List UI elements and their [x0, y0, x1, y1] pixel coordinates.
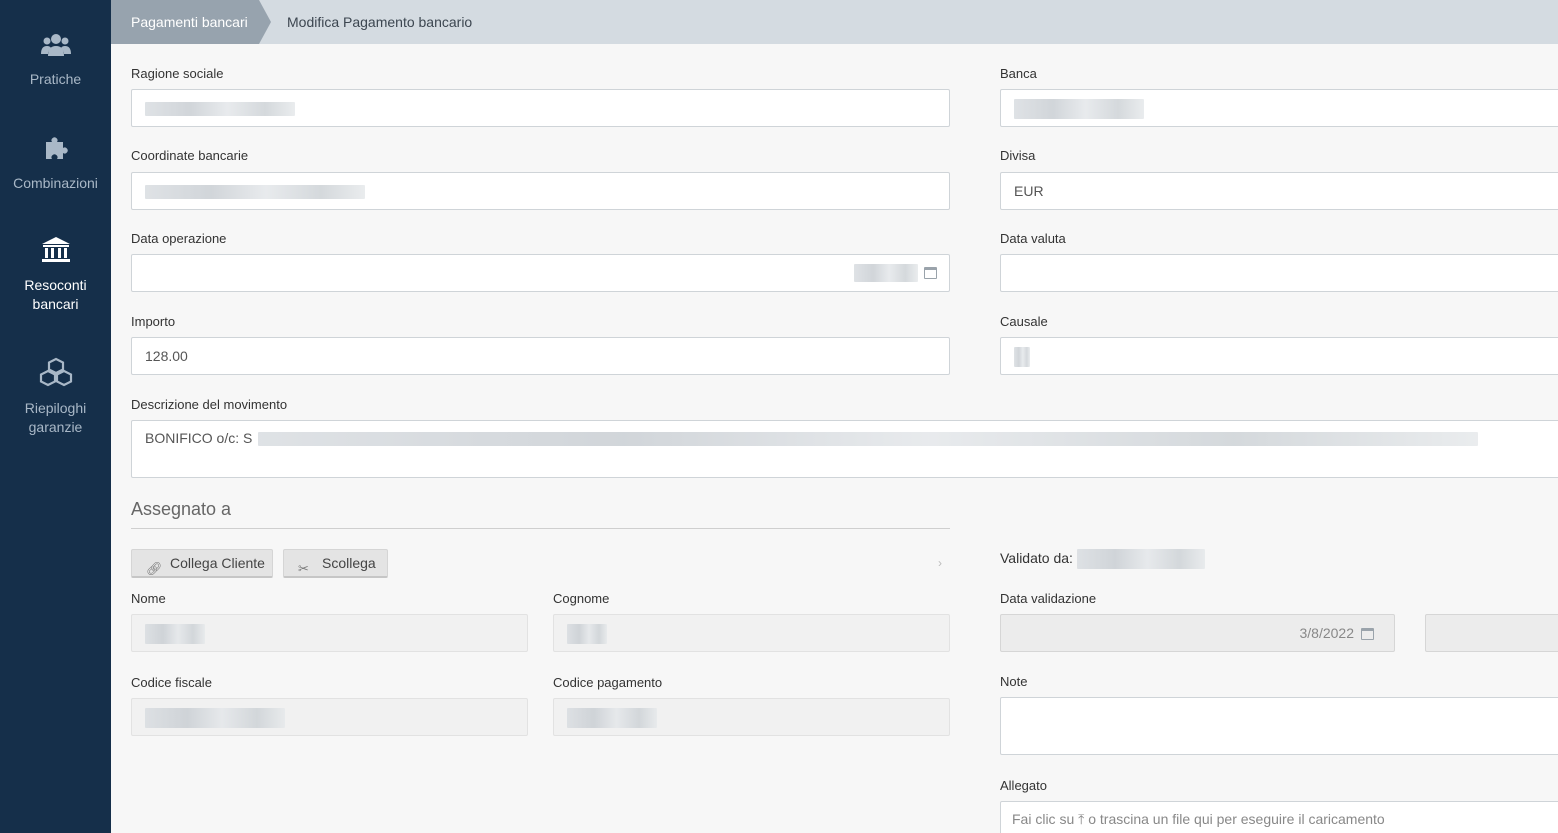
collega-cliente-button[interactable]: 🔗︎ Collega Cliente	[131, 549, 273, 578]
section-title-assegnato: Assegnato a	[131, 499, 232, 519]
divider	[131, 528, 950, 529]
link-icon: 🔗︎	[146, 561, 163, 576]
descrizione-textarea[interactable]: BONIFICO o/c: S	[131, 420, 1558, 478]
redacted-value	[145, 185, 365, 200]
data-validazione-value: 3/8/2022	[1299, 625, 1355, 641]
coordinate-bancarie-label: Coordinate bancarie	[131, 148, 249, 163]
banca-label: Banca	[1000, 66, 1037, 81]
coordinate-bancarie-field[interactable]	[131, 172, 950, 210]
descrizione-value: BONIFICO o/c: S	[145, 430, 253, 446]
scollega-label: Scollega	[322, 555, 376, 571]
data-valuta-field[interactable]	[1000, 254, 1558, 292]
sidebar-item-pratiche[interactable]: Pratiche	[0, 32, 111, 89]
sidebar: Pratiche Combinazioni Resoconti bancari …	[0, 0, 111, 833]
sidebar-item-label: Pratiche	[29, 71, 82, 87]
note-textarea[interactable]	[1000, 697, 1558, 755]
data-operazione-field[interactable]	[131, 254, 950, 292]
unlink-icon: ✂︎	[298, 561, 309, 576]
divisa-field[interactable]: EUR	[1000, 172, 1558, 210]
breadcrumb: Pagamenti bancari Modifica Pagamento ban…	[111, 0, 1558, 44]
divisa-value: EUR	[1014, 183, 1044, 199]
sidebar-item-label: Resoconti	[24, 277, 87, 293]
upload-icon[interactable]: ⤒	[1078, 811, 1084, 827]
nome-label: Nome	[131, 591, 166, 606]
codice-pagamento-field[interactable]	[553, 698, 950, 736]
calendar-icon[interactable]	[924, 267, 937, 279]
cognome-label: Cognome	[553, 591, 610, 606]
data-valuta-label: Data valuta	[1000, 231, 1066, 246]
nome-field[interactable]	[131, 614, 528, 652]
ora-validazione-field[interactable]	[1425, 614, 1558, 652]
importo-label: Importo	[131, 314, 176, 329]
sidebar-item-riepiloghi-garanzie[interactable]: Riepiloghi garanzie	[0, 357, 111, 437]
validato-label: Validato da:	[1000, 550, 1073, 566]
codice-fiscale-label: Codice fiscale	[131, 675, 212, 690]
allegato-label: Allegato	[1000, 778, 1047, 793]
importo-value: 128.00	[145, 348, 188, 364]
sidebar-item-label: bancari	[32, 296, 79, 312]
redacted-value	[258, 432, 1479, 447]
descrizione-label: Descrizione del movimento	[131, 397, 288, 412]
sidebar-item-resoconti-bancari[interactable]: Resoconti bancari	[0, 236, 111, 314]
scollega-button[interactable]: ✂︎ Scollega	[283, 549, 388, 578]
sidebar-item-combinazioni[interactable]: Combinazioni	[0, 134, 111, 193]
data-validazione-field[interactable]: 3/8/2022	[1000, 614, 1395, 652]
note-label: Note	[1000, 674, 1028, 689]
sidebar-item-label: garanzie	[28, 419, 83, 435]
redacted-value	[854, 264, 918, 282]
banca-field[interactable]	[1000, 89, 1558, 127]
cubes-icon	[0, 357, 111, 392]
data-validazione-label: Data validazione	[1000, 591, 1097, 606]
causale-label: Causale	[1000, 314, 1048, 329]
breadcrumb-parent-link[interactable]: Pagamenti bancari	[111, 0, 259, 44]
upload-hint-prefix: Fai clic su	[1012, 811, 1075, 827]
ragione-sociale-label: Ragione sociale	[131, 66, 224, 81]
breadcrumb-current: Modifica Pagamento bancario	[287, 14, 473, 30]
users-icon	[0, 32, 111, 63]
redacted-value	[145, 102, 295, 117]
breadcrumb-separator	[259, 0, 271, 44]
codice-fiscale-field[interactable]	[131, 698, 528, 736]
chevron-right-icon: ›	[938, 556, 942, 570]
sidebar-item-label: Riepiloghi	[24, 400, 87, 416]
codice-pagamento-label: Codice pagamento	[553, 675, 663, 690]
data-operazione-label: Data operazione	[131, 231, 227, 246]
redacted-value	[1014, 99, 1144, 120]
redacted-value	[567, 708, 657, 729]
calendar-icon[interactable]	[1361, 628, 1374, 640]
causale-field[interactable]	[1000, 337, 1558, 375]
divisa-label: Divisa	[1000, 148, 1036, 163]
collega-cliente-label: Collega Cliente	[170, 555, 265, 571]
puzzle-icon	[0, 134, 111, 167]
sidebar-item-label: Combinazioni	[13, 175, 98, 191]
redacted-value	[567, 624, 607, 645]
cognome-field[interactable]	[553, 614, 950, 652]
bank-icon	[0, 236, 111, 269]
upload-hint-suffix: o trascina un file qui per eseguire il c…	[1088, 811, 1385, 827]
ragione-sociale-field[interactable]	[131, 89, 950, 127]
redacted-value	[1076, 549, 1205, 570]
importo-field[interactable]: 128.00	[131, 337, 950, 375]
redacted-value	[1014, 347, 1030, 368]
upload-hint: Fai clic su ⤒ o trascina un file qui per…	[1012, 811, 1385, 828]
redacted-value	[145, 708, 285, 729]
redacted-value	[145, 624, 205, 645]
validato-da: Validato da:	[1000, 549, 1205, 570]
